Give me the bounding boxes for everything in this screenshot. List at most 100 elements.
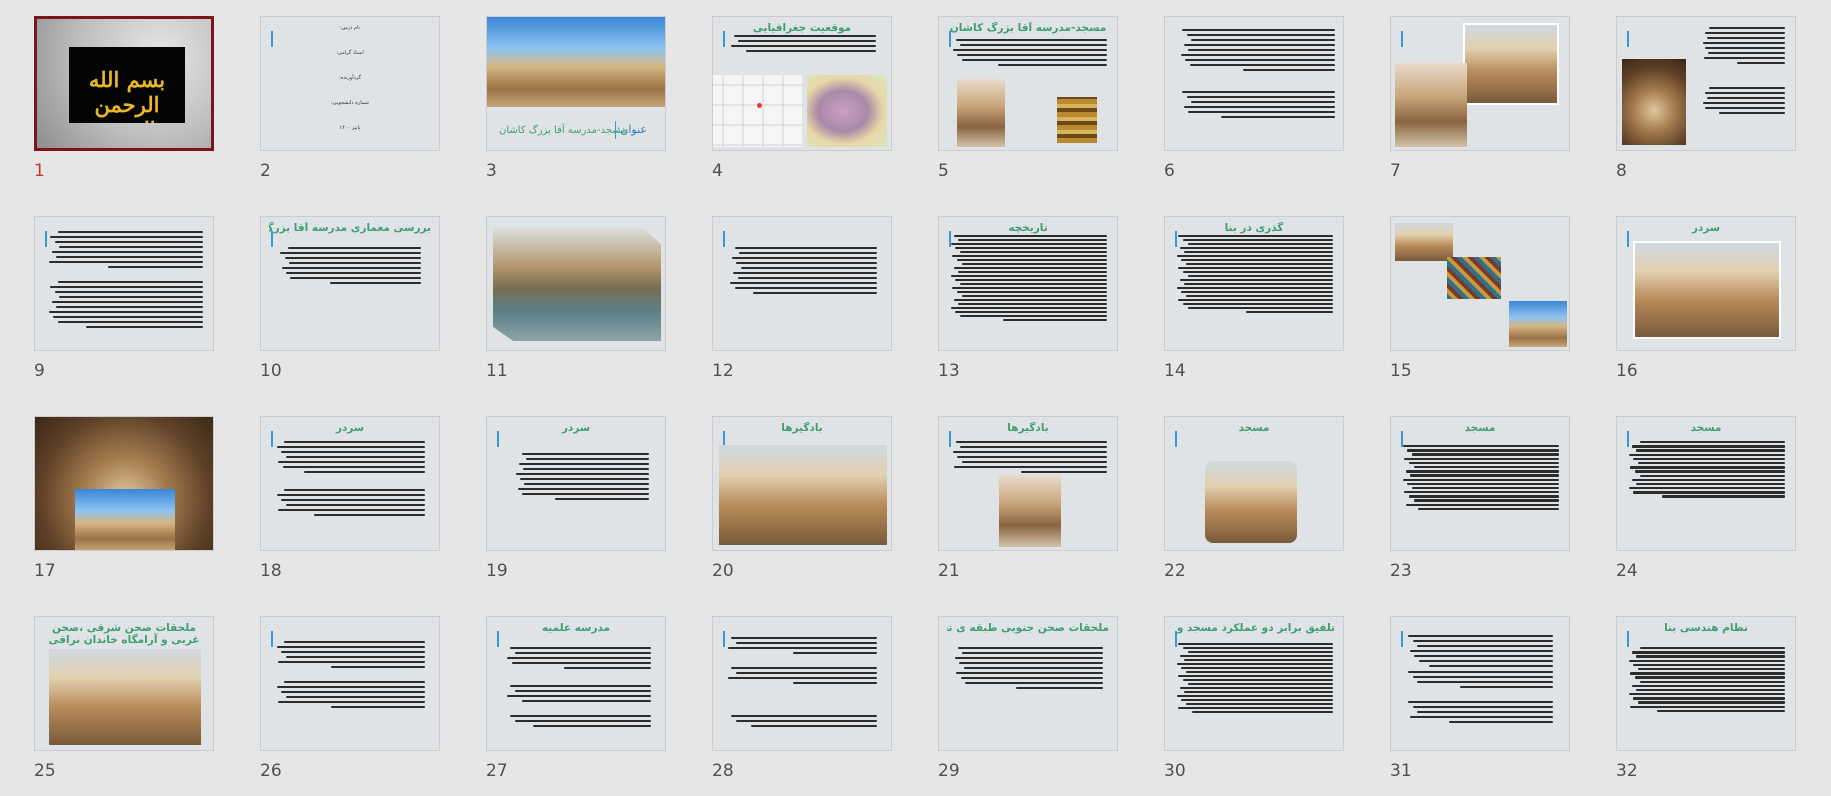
slide-preview[interactable]: ملحقات صحن شرقی ،صحن غربی و آرامگاه خاند… (34, 616, 214, 751)
slide-preview[interactable] (1390, 216, 1570, 351)
slide-preview[interactable]: مسجد (1390, 416, 1570, 551)
slide-thumbnail-19[interactable]: سردر 19 (486, 416, 668, 596)
slide-preview[interactable]: بادگیرها (938, 416, 1118, 551)
slide-thumbnail-20[interactable]: بادگیرها 20 (712, 416, 894, 596)
slide-preview[interactable] (34, 216, 214, 351)
slide-thumbnail-2[interactable]: نام درس: استاد گرامی: گردآورنده: شماره دانش… (260, 16, 442, 196)
text-line (1719, 111, 1785, 115)
text-line (330, 281, 421, 285)
slide-preview[interactable]: نام درس: استاد گرامی: گردآورنده: شماره دانش… (260, 16, 440, 151)
cover-field-label: پاییز ۱۴۰۰ (339, 125, 361, 131)
slide-preview[interactable]: گذری در بنا (1164, 216, 1344, 351)
slide-thumbnail-25[interactable]: ملحقات صحن شرقی ،صحن غربی و آرامگاه خاند… (34, 616, 216, 796)
slide-number: 15 (1390, 361, 1412, 381)
text-line (1404, 457, 1559, 460)
text-line (728, 646, 877, 650)
text-line (1187, 242, 1333, 246)
slide-thumbnail-22[interactable]: مسجد 22 (1164, 416, 1346, 596)
slide-preview[interactable] (712, 216, 892, 351)
slide-thumbnail-28[interactable]: 28 (712, 616, 894, 796)
slide-preview[interactable]: نظام هندسی بنا (1616, 616, 1796, 751)
slide-thumbnail-31[interactable]: 31 (1390, 616, 1572, 796)
slide-preview[interactable] (34, 416, 214, 551)
slide-preview[interactable]: مسجد-مدرسه آقا بزرگ کاشان (938, 16, 1118, 151)
slide-preview[interactable] (260, 616, 440, 751)
slide-thumbnail-9[interactable]: 9 (34, 216, 216, 396)
slide-thumbnail-5[interactable]: مسجد-مدرسه آقا بزرگ کاشان 5 (938, 16, 1120, 196)
slide-thumbnail-8[interactable]: 8 (1616, 16, 1798, 196)
slide-thumbnail-24[interactable]: مسجد 24 (1616, 416, 1798, 596)
text-line (953, 235, 1107, 238)
text-line (1636, 655, 1785, 658)
slide-thumbnail-18[interactable]: سردر 18 (260, 416, 442, 596)
slide-thumbnail-16[interactable]: سردر 16 (1616, 216, 1798, 396)
text-line (752, 291, 877, 295)
slide-preview[interactable] (1390, 16, 1570, 151)
text-line (285, 503, 425, 507)
slide-preview[interactable]: تلفیق برابر دو عملکرد مسجد و مدرسه (1164, 616, 1344, 751)
slide-thumbnail-32[interactable]: نظام هندسی بنا 32 (1616, 616, 1798, 796)
slide-thumbnail-12[interactable]: 12 (712, 216, 894, 396)
slide-thumbnail-27[interactable]: مدرسه علمیه 27 (486, 616, 668, 796)
text-line (955, 310, 1107, 314)
text-line (1408, 701, 1553, 704)
slide-preview[interactable]: سردر (260, 416, 440, 551)
text-line (1631, 445, 1785, 448)
slide-preview[interactable]: ملحقات صحن جنوبی طبقه ی تحتانی: (938, 616, 1118, 751)
text-line (952, 450, 1107, 454)
text-line (733, 271, 877, 275)
slide-thumbnail-4[interactable]: موقعیت جغرافیایی 4 (712, 16, 894, 196)
slide-preview[interactable]: تاریخچه (938, 216, 1118, 351)
slide-thumbnail-3[interactable]: عنوان: مسجد-مدرسه آقا بزرگ کاشان 3 (486, 16, 668, 196)
text-line (1702, 101, 1785, 105)
text-line (1409, 649, 1553, 653)
text-line (1407, 482, 1559, 486)
slide-preview[interactable]: مدرسه علمیه (486, 616, 666, 751)
slide-title: ملحقات صحن شرقی ،صحن غربی و آرامگاه خاند… (48, 622, 200, 646)
slide-preview[interactable] (712, 616, 892, 751)
text-line (961, 58, 1107, 62)
slide-preview[interactable]: سردر (486, 416, 666, 551)
slide-thumbnail-26[interactable]: 26 (260, 616, 442, 796)
accent-bar (271, 31, 273, 47)
slide-thumbnail-17[interactable]: 17 (34, 416, 216, 596)
slide-thumbnail-21[interactable]: بادگیرها 21 (938, 416, 1120, 596)
text-line (1404, 491, 1559, 494)
text-line (521, 492, 649, 496)
slide-preview[interactable]: مسجد (1164, 416, 1344, 551)
slide-preview[interactable]: عنوان: مسجد-مدرسه آقا بزرگ کاشان (486, 16, 666, 151)
slide-thumbnail-11[interactable]: 11 (486, 216, 668, 396)
slide-preview[interactable]: موقعیت جغرافیایی (712, 16, 892, 151)
text-line (1179, 654, 1333, 658)
slide-preview[interactable]: سردر (1616, 216, 1796, 351)
slide-number: 9 (34, 361, 45, 381)
text-line (278, 660, 425, 664)
slide-preview[interactable]: بسم الله الرحمن الرحیم (34, 16, 214, 151)
slide-title: گذری در بنا (1224, 222, 1284, 234)
slide-thumbnail-1[interactable]: بسم الله الرحمن الرحیم 1 (34, 16, 216, 196)
slide-number: 26 (260, 761, 282, 781)
slide-thumbnail-7[interactable]: 7 (1390, 16, 1572, 196)
slide-thumbnail-29[interactable]: ملحقات صحن جنوبی طبقه ی تحتانی: 29 (938, 616, 1120, 796)
text-line (59, 295, 203, 299)
text-line (1186, 262, 1333, 266)
slide-thumbnail-13[interactable]: تاریخچه 13 (938, 216, 1120, 396)
slide-preview[interactable]: مسجد (1616, 416, 1796, 551)
slide-preview[interactable] (1616, 16, 1796, 151)
cover-field-label: استاد گرامی: (336, 50, 364, 56)
text-line (1414, 654, 1553, 658)
text-line (1182, 302, 1333, 306)
slide-thumbnail-15[interactable]: 15 (1390, 216, 1572, 396)
slide-preview[interactable] (1164, 16, 1344, 151)
slide-thumbnail-6[interactable]: 6 (1164, 16, 1346, 196)
text-line (1459, 685, 1553, 689)
slide-thumbnail-14[interactable]: گذری در بنا 14 (1164, 216, 1346, 396)
slide-preview[interactable]: بادگیرها (712, 416, 892, 551)
slide-preview[interactable]: بررسی معماری مدرسه آقا بزرگ کاشان (260, 216, 440, 351)
slide-thumbnail-10[interactable]: بررسی معماری مدرسه آقا بزرگ کاشان 10 (260, 216, 442, 396)
slide-preview[interactable] (1390, 616, 1570, 751)
slide-preview[interactable] (486, 216, 666, 351)
slide-thumbnail-23[interactable]: مسجد 23 (1390, 416, 1572, 596)
slide-thumbnail-30[interactable]: تلفیق برابر دو عملکرد مسجد و مدرسه 30 (1164, 616, 1346, 796)
text-line (1408, 671, 1553, 674)
